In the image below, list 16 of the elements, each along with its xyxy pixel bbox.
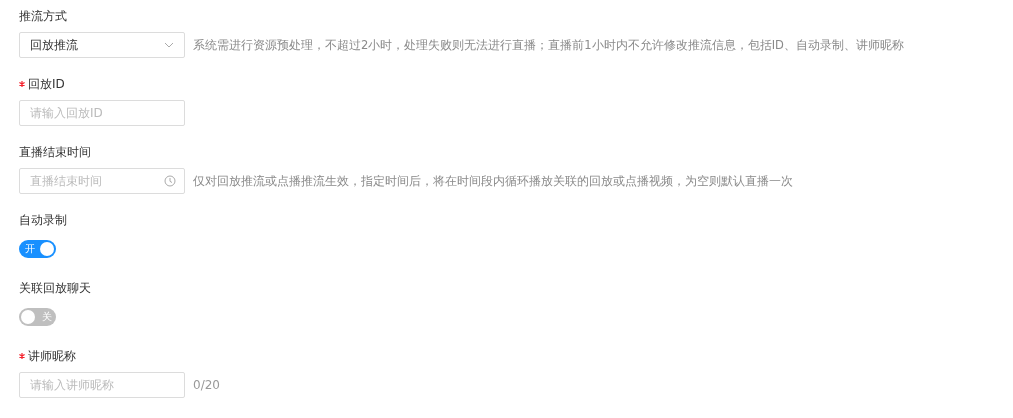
field-label: 推流方式 bbox=[19, 7, 67, 25]
hint-text: 仅对回放推流或点播推流生效，指定时间后，将在时间段内循环播放关联的回放或点播视频，为空则默认直播一次 bbox=[193, 173, 793, 189]
input-field[interactable]: 请输入讲师昵称 bbox=[19, 372, 185, 398]
character-counter: 0/20 bbox=[193, 378, 220, 392]
time-field[interactable]: 直播结束时间 bbox=[19, 168, 185, 194]
select-field[interactable]: 回放推流 bbox=[19, 32, 185, 58]
field-label: 回放ID bbox=[28, 75, 65, 93]
field-label: 关联回放聊天 bbox=[19, 279, 91, 297]
field-label: 讲师昵称 bbox=[28, 347, 76, 365]
clock-icon bbox=[164, 175, 176, 187]
toggle-switch[interactable]: 开 bbox=[19, 240, 56, 258]
hint-text: 系统需进行资源预处理，不超过2小时，处理失败则无法进行直播；直播前1小时内不允许修改推流信息，包括ID、自动录制、讲师昵称 bbox=[193, 37, 904, 53]
input-field[interactable]: 请输入回放ID bbox=[19, 100, 185, 126]
field-label: 自动录制 bbox=[19, 211, 67, 229]
chevron-down-icon bbox=[164, 42, 174, 48]
field-label: 直播结束时间 bbox=[19, 143, 91, 161]
